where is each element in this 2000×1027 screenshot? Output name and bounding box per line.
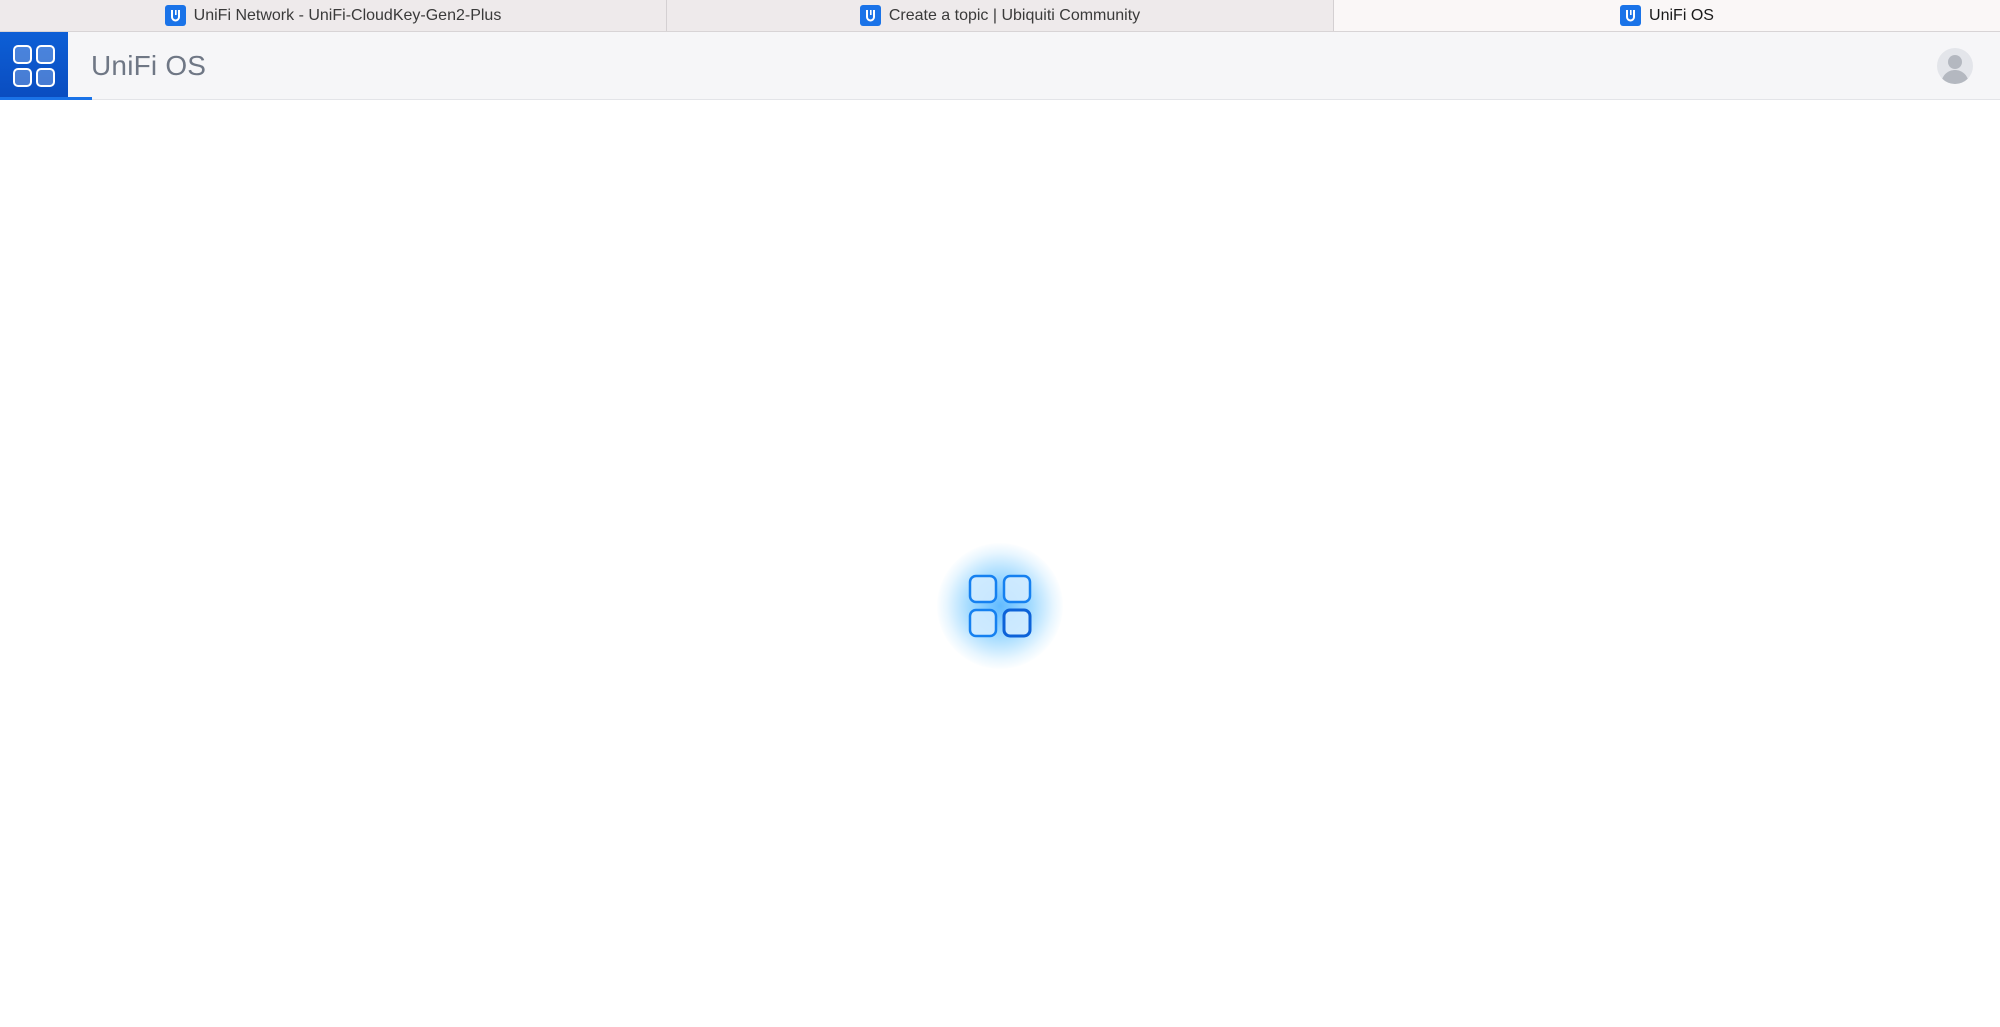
page-title: UniFi OS <box>91 50 207 81</box>
unifi-u-icon <box>1620 5 1642 26</box>
user-avatar-button[interactable] <box>1937 48 1973 84</box>
tab-title: UniFi OS <box>1649 6 1714 24</box>
app-launcher-button[interactable] <box>0 32 68 100</box>
app-grid-icon <box>13 45 55 87</box>
tab-unifi-network[interactable]: UniFi Network - UniFi-CloudKey-Gen2-Plus <box>0 0 667 31</box>
tab-title: Create a topic | Ubiquiti Community <box>888 6 1141 24</box>
unifi-u-icon <box>859 5 881 26</box>
tab-title: UniFi Network - UniFi-CloudKey-Gen2-Plus <box>193 6 502 24</box>
loading-spinner <box>937 543 1063 669</box>
app-grid-loading-icon <box>968 574 1032 638</box>
browser-tab-bar: UniFi Network - UniFi-CloudKey-Gen2-Plus… <box>0 0 2000 32</box>
tab-unifi-os[interactable]: UniFi OS <box>1334 0 2000 31</box>
tab-ubiquiti-community[interactable]: Create a topic | Ubiquiti Community <box>667 0 1334 31</box>
user-avatar-icon <box>1941 55 1969 84</box>
app-header: UniFi OS <box>0 32 2000 100</box>
unifi-u-icon <box>164 5 186 26</box>
